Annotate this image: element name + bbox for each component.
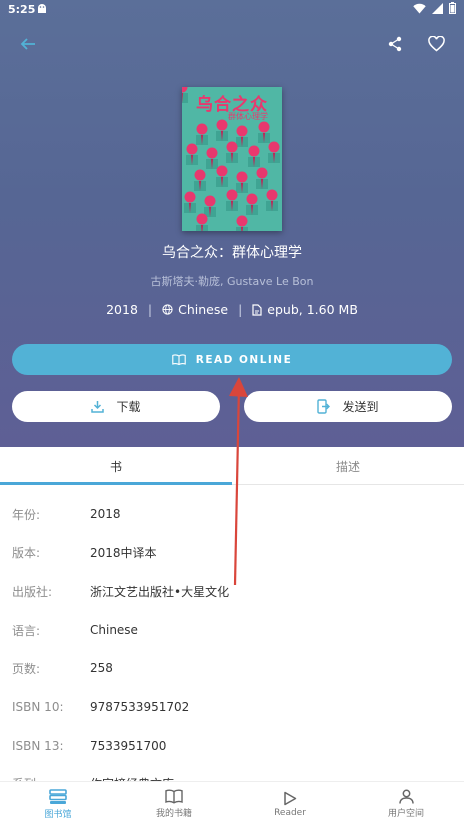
favorite-button[interactable] (422, 30, 450, 58)
share-button[interactable] (381, 30, 409, 58)
globe-icon (162, 304, 173, 315)
detail-row-edition: 版本: 2018中译本 (0, 540, 464, 564)
detail-key: 语言: (12, 623, 41, 638)
signal-icon (432, 2, 443, 14)
battery-icon (449, 2, 456, 14)
wifi-icon (413, 3, 426, 13)
send-to-label: 发送到 (342, 400, 379, 414)
detail-value: 7533951700 (90, 739, 167, 753)
nav-reader[interactable]: Reader (232, 782, 348, 825)
meta-divider: | (238, 302, 243, 317)
download-label: 下载 (116, 400, 141, 414)
tab-indicator (0, 482, 232, 485)
meta-language-text: Chinese (178, 302, 229, 317)
detail-row-pages: 页数: 258 (0, 656, 464, 680)
detail-row-isbn13: ISBN 13: 7533951700 (0, 734, 464, 758)
nav-user-space[interactable]: 用户空间 (348, 782, 464, 825)
detail-key: 年份: (12, 507, 41, 522)
nav-user-space-label: 用户空间 (387, 809, 424, 819)
detail-value: 2018 (90, 507, 121, 521)
detail-value: 2018中译本 (90, 545, 157, 560)
nav-reader-label: Reader (274, 807, 306, 818)
meta-format-text: epub, 1.60 MB (267, 302, 358, 317)
download-icon (91, 401, 105, 413)
detail-key: 出版社: (12, 584, 53, 599)
android-icon (36, 3, 48, 17)
nav-my-books[interactable]: 我的书籍 (116, 782, 232, 825)
system-icons (413, 2, 456, 14)
bottom-navigation: 图书馆 我的书籍 Reader 用户空间 (0, 781, 464, 825)
file-icon (252, 303, 262, 316)
book-title: 乌合之众：群体心理学 (162, 245, 302, 261)
read-online-label: READ ONLINE (195, 353, 293, 366)
read-online-button[interactable]: READ ONLINE (12, 344, 452, 375)
status-bar: 5:25 (0, 0, 464, 20)
detail-value: 258 (90, 661, 113, 675)
open-book-icon (171, 354, 186, 365)
detail-row-year: 年份: 2018 (0, 502, 464, 526)
heart-icon (427, 36, 445, 52)
book-author: 古斯塔夫·勒庞, Gustave Le Bon (150, 275, 314, 288)
nav-library-label: 图书馆 (44, 809, 72, 820)
nav-library[interactable]: 图书馆 (0, 782, 116, 825)
detail-row-publisher: 出版社: 浙江文艺出版社•大星文化 (0, 579, 464, 603)
detail-tabs: 书 描述 (0, 447, 464, 485)
arrow-left-icon (20, 38, 35, 50)
send-to-button[interactable]: 发送到 (244, 391, 452, 422)
nav-my-books-label: 我的书籍 (155, 809, 192, 819)
detail-key: ISBN 13: (12, 739, 64, 753)
book-cover[interactable]: 乌合之众 群体心理学 (182, 87, 282, 231)
meta-divider: | (147, 302, 153, 317)
detail-row-language: 语言: Chinese (0, 618, 464, 642)
detail-value: Chinese (90, 623, 138, 637)
book-meta: 2018 | Chinese | epub, 1.60 MB (0, 302, 464, 317)
meta-format: epub, 1.60 MB (252, 302, 358, 317)
tab-description[interactable]: 描述 (232, 447, 464, 485)
play-icon (284, 791, 297, 805)
meta-language: Chinese (162, 302, 228, 317)
download-button[interactable]: 下载 (12, 391, 220, 422)
detail-row-isbn10: ISBN 10: 9787533951702 (0, 695, 464, 719)
status-time: 5:25 (8, 3, 36, 16)
cover-illustration (182, 87, 280, 231)
share-icon (388, 36, 402, 52)
detail-value: 浙江文艺出版社•大星文化 (90, 584, 230, 599)
meta-year: 2018 (106, 302, 138, 317)
detail-value: 9787533951702 (90, 700, 190, 714)
detail-key: 页数: (12, 661, 41, 676)
back-button[interactable] (14, 30, 42, 58)
send-to-device-icon (317, 399, 331, 414)
book-icon (165, 789, 183, 804)
detail-key: ISBN 10: (12, 700, 64, 714)
detail-key: 版本: (12, 545, 41, 560)
user-icon (398, 789, 414, 804)
tab-book[interactable]: 书 (0, 447, 232, 485)
library-icon (49, 788, 67, 804)
